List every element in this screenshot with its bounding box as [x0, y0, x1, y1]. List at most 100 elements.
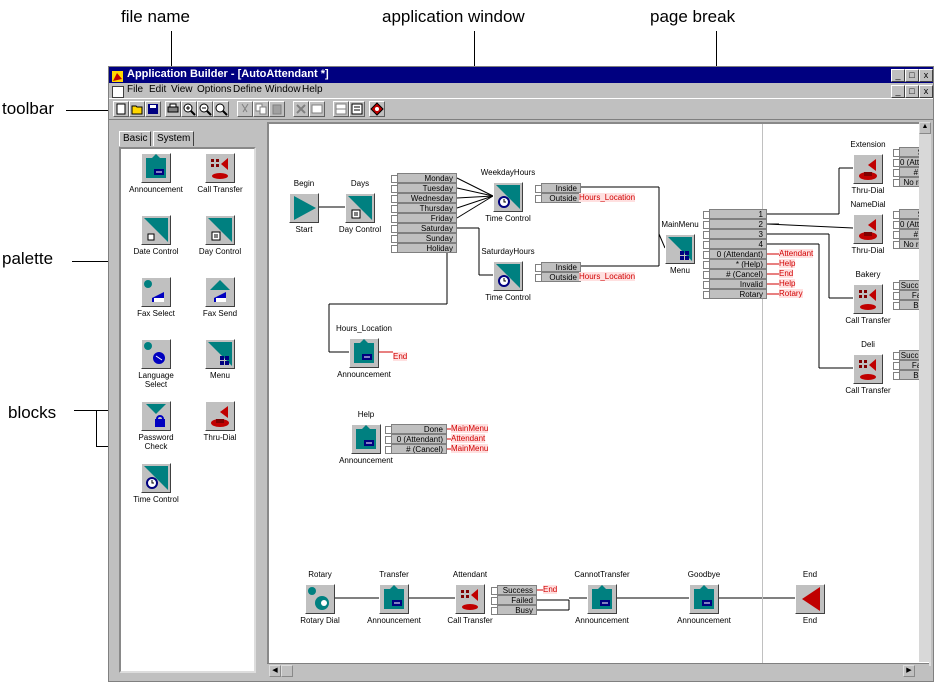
days-port[interactable]: Sunday — [397, 233, 457, 243]
palette-item[interactable]: Fax Send — [191, 277, 249, 318]
palette-item[interactable]: Announcement — [127, 153, 185, 194]
run-icon[interactable] — [369, 101, 385, 117]
main-menu-port[interactable]: * (Help) — [709, 259, 767, 269]
attendant-port[interactable]: Busy — [497, 605, 537, 615]
doc-close-button[interactable]: x — [919, 85, 933, 98]
attendant-port[interactable]: Success — [497, 585, 537, 595]
copy-icon[interactable] — [253, 101, 269, 117]
scroll-thumb[interactable] — [281, 665, 293, 677]
help-port[interactable]: # (Cancel) — [391, 444, 447, 454]
menu-edit[interactable]: Edit — [149, 84, 166, 95]
menu-help[interactable]: Help — [302, 84, 323, 95]
saturday-hours-block[interactable] — [493, 261, 523, 291]
days-port[interactable]: Holiday — [397, 243, 457, 253]
close-button[interactable]: x — [919, 69, 933, 82]
main-menu-port[interactable]: 3 — [709, 229, 767, 239]
menu-file[interactable]: File — [127, 84, 143, 95]
cut-icon[interactable] — [237, 101, 253, 117]
open-icon[interactable] — [129, 101, 145, 117]
hours-location-end-destination: End — [393, 352, 408, 361]
days-port[interactable]: Saturday — [397, 223, 457, 233]
scroll-right-icon[interactable]: ▶ — [903, 665, 915, 677]
tab-system[interactable]: System — [153, 131, 195, 146]
delete-icon[interactable] — [293, 101, 309, 117]
list-icon[interactable] — [349, 101, 365, 117]
menu-options[interactable]: Options — [197, 84, 231, 95]
days-port[interactable]: Thursday — [397, 203, 457, 213]
goodbye-block[interactable] — [689, 584, 719, 614]
restore-button[interactable]: □ — [905, 69, 919, 82]
menu-window[interactable]: Window — [265, 84, 301, 95]
tab-basic[interactable]: Basic — [119, 131, 152, 146]
attendant-title: Attendant — [452, 570, 488, 579]
document-icon[interactable] — [112, 86, 124, 98]
deli-block[interactable] — [853, 354, 883, 384]
palette-item[interactable]: Thru-Dial — [191, 401, 249, 442]
diagram-canvas[interactable]: Begin Start Days Day Control Monday Tuesday We… — [267, 122, 931, 666]
properties-icon[interactable] — [309, 101, 325, 117]
main-menu-block[interactable] — [665, 234, 695, 264]
palette-item[interactable]: Language Select — [127, 339, 185, 389]
palette-item[interactable]: Menu — [191, 339, 249, 380]
weekday-hours-block[interactable] — [493, 182, 523, 212]
weekday-hours-port[interactable]: Outside — [541, 193, 581, 203]
attendant-port[interactable]: Failed — [497, 595, 537, 605]
page-break-line — [762, 124, 763, 664]
grid-icon[interactable] — [333, 101, 349, 117]
new-icon[interactable] — [113, 101, 129, 117]
days-port[interactable]: Wednesday — [397, 193, 457, 203]
connector — [456, 187, 494, 197]
help-block[interactable] — [351, 424, 381, 454]
days-block[interactable] — [345, 193, 375, 223]
end-block[interactable] — [795, 584, 825, 614]
bakery-block[interactable] — [853, 284, 883, 314]
minimize-button[interactable]: _ — [891, 69, 905, 82]
horizontal-scrollbar[interactable]: ◀ ▶ — [267, 663, 929, 678]
rotary-block[interactable] — [305, 584, 335, 614]
palette-item[interactable]: Time Control — [127, 463, 185, 504]
hours-location-title: Hours_Location — [335, 324, 393, 333]
main-menu-port[interactable]: Invalid — [709, 279, 767, 289]
cannot-transfer-block[interactable] — [587, 584, 617, 614]
hours-location-block[interactable] — [349, 338, 379, 368]
extension-block[interactable] — [853, 154, 883, 184]
scroll-up-icon[interactable]: ▲ — [919, 122, 931, 134]
date-control-icon — [141, 215, 171, 245]
main-menu-port[interactable]: Rotary — [709, 289, 767, 299]
main-menu-port[interactable]: # (Cancel) — [709, 269, 767, 279]
doc-restore-button[interactable]: □ — [905, 85, 919, 98]
main-menu-port[interactable]: 2 — [709, 219, 767, 229]
palette-item[interactable]: Call Transfer — [191, 153, 249, 194]
doc-minimize-button[interactable]: _ — [891, 85, 905, 98]
menu-define[interactable]: Define — [233, 84, 262, 95]
help-port[interactable]: Done — [391, 424, 447, 434]
scroll-left-icon[interactable]: ◀ — [269, 665, 281, 677]
zoom-out-icon[interactable] — [197, 101, 213, 117]
palette-item-label: Time Control — [133, 495, 179, 504]
palette-item[interactable]: Date Control — [127, 215, 185, 256]
palette-item[interactable]: Fax Select — [127, 277, 185, 318]
print-icon[interactable] — [165, 101, 181, 117]
main-menu-port[interactable]: 0 (Attendant) — [709, 249, 767, 259]
days-port[interactable]: Friday — [397, 213, 457, 223]
attendant-block[interactable] — [455, 584, 485, 614]
help-port[interactable]: 0 (Attendant) — [391, 434, 447, 444]
saturday-hours-port[interactable]: Outside — [541, 272, 581, 282]
save-icon[interactable] — [145, 101, 161, 117]
name-dial-block[interactable] — [853, 214, 883, 244]
palette-item[interactable]: Day Control — [191, 215, 249, 256]
zoom-in-icon[interactable] — [181, 101, 197, 117]
begin-block[interactable] — [289, 193, 319, 223]
main-menu-port[interactable]: 1 — [709, 209, 767, 219]
zoom-fit-icon[interactable] — [213, 101, 229, 117]
vertical-scrollbar[interactable]: ▲ — [919, 122, 931, 662]
weekday-hours-port[interactable]: Inside — [541, 183, 581, 193]
transfer-block[interactable] — [379, 584, 409, 614]
paste-icon[interactable] — [269, 101, 285, 117]
main-menu-port[interactable]: 4 — [709, 239, 767, 249]
days-port[interactable]: Monday — [397, 173, 457, 183]
palette-item[interactable]: Password Check — [127, 401, 185, 451]
menu-view[interactable]: View — [171, 84, 193, 95]
days-port[interactable]: Tuesday — [397, 183, 457, 193]
saturday-hours-port[interactable]: Inside — [541, 262, 581, 272]
